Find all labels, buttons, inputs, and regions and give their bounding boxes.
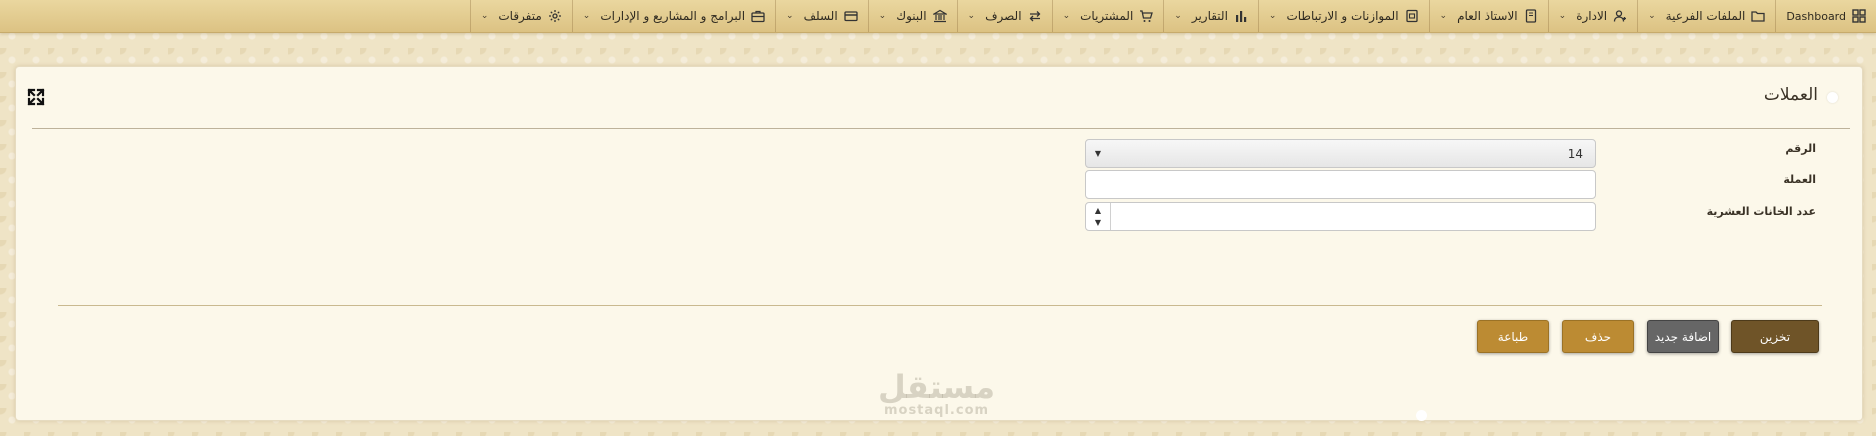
bar-chart-icon [1234, 9, 1248, 23]
chevron-down-icon: ⌄ [786, 11, 794, 21]
nav-item-purchases[interactable]: المشتريات ⌄ [1051, 0, 1164, 32]
chevron-down-icon: ⌄ [480, 11, 489, 21]
divider [32, 128, 1850, 129]
nav-item-label: البرامج و المشاريع و الإدارات [600, 9, 746, 23]
chevron-down-icon: ⌄ [1062, 11, 1071, 21]
gear-icon [548, 9, 562, 23]
caret-down-icon[interactable]: ▼ [1095, 217, 1101, 229]
chevron-down-icon: ⌄ [1439, 11, 1448, 21]
top-navbar: Dashboard الملفات الفرعية ⌄ الادارة ⌄ ال… [0, 0, 1876, 33]
nav-item-label: Dashboard [1786, 9, 1846, 23]
nav-item-miscellaneous[interactable]: متفرقات ⌄ [469, 0, 572, 32]
nav-item-programs-projects[interactable]: البرامج و المشاريع و الإدارات ⌄ [571, 0, 775, 32]
caret-up-icon[interactable]: ▲ [1095, 205, 1101, 217]
number-value: 14 [1567, 147, 1583, 161]
nav-item-administration[interactable]: الادارة ⌄ [1547, 0, 1637, 32]
nav-item-sub-files[interactable]: الملفات الفرعية ⌄ [1637, 0, 1775, 32]
print-button[interactable]: طباعة [1477, 320, 1549, 353]
nav-item-label: السلف [803, 9, 838, 23]
exchange-icon [1028, 9, 1042, 23]
nav-item-label: البنوك [896, 9, 927, 23]
watermark-arabic: مستقل [878, 368, 996, 406]
scroll-dot-icon [1416, 410, 1427, 421]
decimals-label: عدد الخانات العشرية [1706, 205, 1816, 218]
expand-icon[interactable] [27, 88, 45, 106]
card-icon [844, 9, 858, 23]
nav-item-dashboard[interactable]: Dashboard [1775, 0, 1876, 32]
delete-button[interactable]: حذف [1562, 320, 1634, 353]
chevron-down-icon: ⌄ [582, 11, 591, 21]
number-select[interactable]: 14 ▼ [1085, 139, 1596, 168]
caret-down-icon: ▼ [1094, 148, 1102, 158]
currency-label: العملة [1783, 173, 1816, 186]
chevron-down-icon: ⌄ [1268, 11, 1277, 21]
watermark: مستقل mostaql.com [878, 371, 995, 418]
watermark-latin: mostaql.com [883, 403, 990, 418]
number-label: الرقم [1785, 142, 1816, 155]
add-new-button[interactable]: اضافة جديد [1647, 320, 1719, 353]
chevron-down-icon: ⌄ [1174, 11, 1182, 21]
currency-input[interactable] [1085, 170, 1596, 199]
chevron-down-icon: ⌄ [1558, 11, 1567, 21]
nav-item-general-ledger[interactable]: الاستاذ العام ⌄ [1428, 0, 1548, 32]
ledger-icon [1405, 9, 1419, 23]
save-button[interactable]: تخزين [1731, 320, 1819, 353]
grid-icon [1852, 9, 1866, 23]
divider [58, 305, 1822, 306]
nav-item-reports[interactable]: التقارير ⌄ [1163, 0, 1258, 32]
folder-icon [1751, 9, 1765, 23]
decimals-stepper[interactable]: ▲ ▼ [1085, 202, 1596, 231]
nav-item-label: الملفات الفرعية [1665, 9, 1746, 23]
chevron-down-icon: ⌄ [967, 11, 976, 21]
nav-item-banks[interactable]: البنوك ⌄ [867, 0, 957, 32]
nav-item-label: الاستاذ العام [1457, 9, 1518, 23]
nav-item-label: متفرقات [498, 9, 542, 23]
nav-item-label: الادارة [1576, 9, 1608, 23]
nav-item-budgets[interactable]: الموازنات و الارتباطات ⌄ [1257, 0, 1429, 32]
page-title: العملات [1763, 85, 1818, 105]
briefcase-icon [751, 9, 765, 23]
cart-icon [1139, 9, 1154, 23]
chevron-down-icon: ⌄ [878, 11, 887, 21]
nav-item-label: التقارير [1191, 9, 1228, 23]
nav-item-label: الصرف [985, 9, 1022, 23]
stepper-controls: ▲ ▼ [1086, 203, 1111, 230]
book-icon [1524, 9, 1538, 23]
chevron-down-icon: ⌄ [1648, 11, 1656, 21]
title-dot-icon [1827, 92, 1838, 103]
users-icon [1613, 9, 1627, 23]
nav-item-disbursement[interactable]: الصرف ⌄ [956, 0, 1052, 32]
nav-item-label: الموازنات و الارتباطات [1286, 9, 1399, 23]
nav-item-advances[interactable]: السلف ⌄ [775, 0, 868, 32]
bank-icon [932, 9, 947, 23]
nav-item-label: المشتريات [1080, 9, 1134, 23]
dropdown-toggle[interactable]: ▼ [1086, 140, 1110, 167]
